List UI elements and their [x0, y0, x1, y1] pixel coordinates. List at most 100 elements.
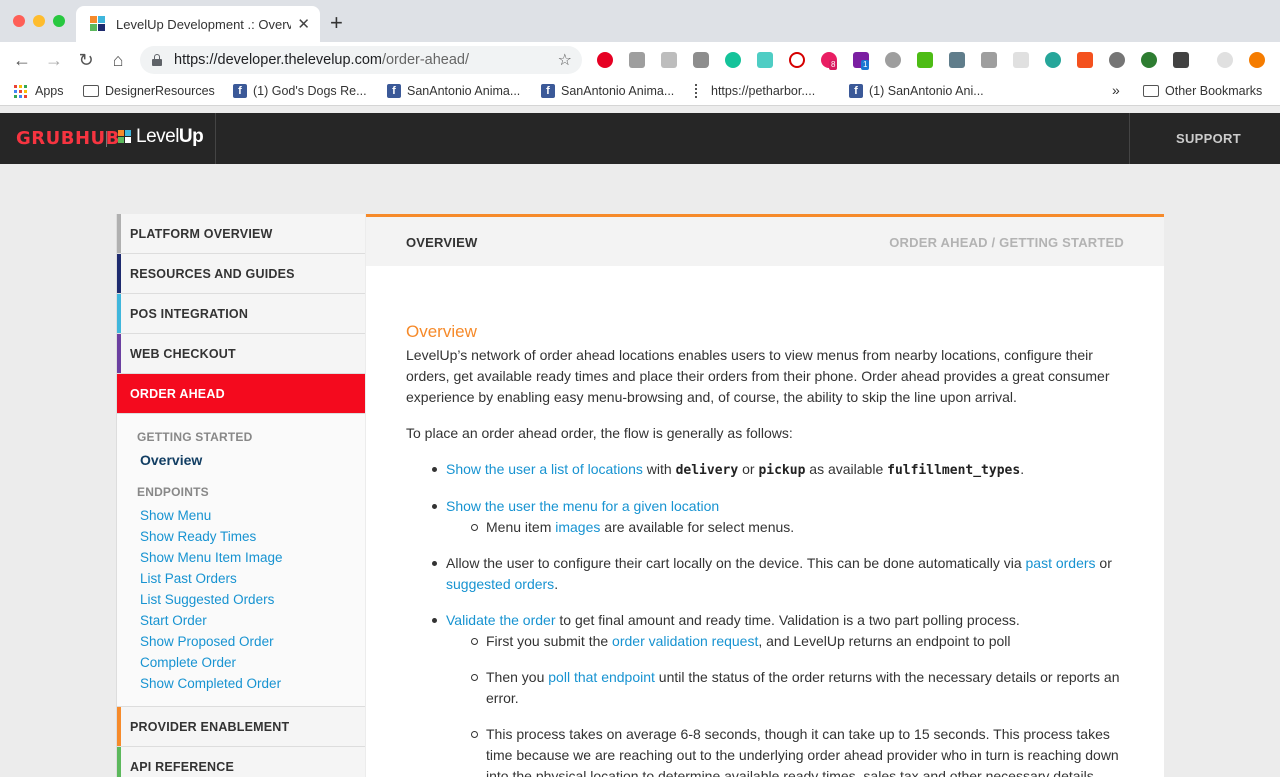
extension-icon[interactable]: [1013, 52, 1029, 68]
bookmark-petharbor[interactable]: https://petharbor....: [695, 84, 815, 98]
sidebar-item-resources-and-guides[interactable]: RESOURCES AND GUIDES: [117, 254, 365, 294]
update-alert-icon[interactable]: [1249, 52, 1265, 68]
sub-list-item: Menu item images are available for selec…: [471, 517, 1124, 538]
sidebar-item-platform-overview[interactable]: PLATFORM OVERVIEW: [117, 214, 365, 254]
apps-grid-icon: [14, 84, 27, 98]
minimize-window-button[interactable]: [33, 15, 45, 27]
sidebar-link-list-suggested-orders[interactable]: List Suggested Orders: [117, 589, 365, 610]
sidebar-link-show-proposed-order[interactable]: Show Proposed Order: [117, 631, 365, 652]
sidebar-item-order-ahead[interactable]: ORDER AHEAD: [117, 374, 365, 414]
extension-icon[interactable]: [1077, 52, 1093, 68]
reload-button[interactable]: ↻: [74, 48, 98, 72]
bookmark-sanantonio-animal-1[interactable]: f SanAntonio Anima...: [387, 84, 520, 98]
address-bar[interactable]: https://developer.thelevelup.com/order-a…: [140, 46, 582, 74]
sidebar-link-show-completed-order[interactable]: Show Completed Order: [117, 673, 365, 694]
sidebar-link-show-menu-item-image[interactable]: Show Menu Item Image: [117, 547, 365, 568]
sub-list-item: Then you poll that endpoint until the st…: [471, 667, 1124, 709]
levelup-logo[interactable]: LevelUp: [136, 126, 204, 148]
levelup-logo-icon: [118, 130, 132, 144]
folder-icon: [83, 85, 99, 97]
extension-icon[interactable]: [1173, 52, 1189, 68]
bookmark-star-icon[interactable]: ☆: [558, 50, 572, 70]
sidebar-link-show-menu[interactable]: Show Menu: [117, 505, 365, 526]
extension-icon[interactable]: [885, 52, 901, 68]
bookmark-apps[interactable]: Apps: [14, 84, 64, 98]
list-locations-link[interactable]: Show the user a list of locations: [446, 461, 643, 477]
overview-heading: Overview: [406, 322, 477, 341]
order-validation-request-link[interactable]: order validation request: [612, 633, 758, 649]
sub-list: Menu item images are available for selec…: [446, 517, 1124, 538]
content-header-bar: OVERVIEW ORDER AHEAD / GETTING STARTED: [366, 217, 1164, 266]
sub-list-item: First you submit the order validation re…: [471, 631, 1124, 652]
extension-icon[interactable]: [1141, 52, 1157, 68]
maximize-window-button[interactable]: [53, 15, 65, 27]
support-link[interactable]: SUPPORT: [1176, 131, 1241, 146]
sidebar-item-api-reference[interactable]: API REFERENCE: [117, 747, 365, 777]
docs-sidebar: PLATFORM OVERVIEW RESOURCES AND GUIDES P…: [116, 214, 365, 777]
extension-icon[interactable]: [949, 52, 965, 68]
list-item: Allow the user to configure their cart l…: [432, 553, 1124, 595]
extension-icon[interactable]: [981, 52, 997, 68]
close-window-button[interactable]: [13, 15, 25, 27]
list-item: Show the user the menu for a given locat…: [432, 496, 1124, 538]
past-orders-link[interactable]: past orders: [1026, 555, 1096, 571]
extension-icon[interactable]: [661, 52, 677, 68]
profile-avatar-icon[interactable]: [1217, 52, 1233, 68]
logo-divider: [106, 131, 107, 147]
sidebar-link-complete-order[interactable]: Complete Order: [117, 652, 365, 673]
grammarly-extension-icon[interactable]: [725, 52, 741, 68]
sidebar-item-web-checkout[interactable]: WEB CHECKOUT: [117, 334, 365, 374]
sidebar-link-show-ready-times[interactable]: Show Ready Times: [117, 526, 365, 547]
extension-icon[interactable]: [1045, 52, 1061, 68]
article-body: Overview LevelUp’s network of order ahea…: [366, 266, 1164, 777]
suggested-orders-link[interactable]: suggested orders: [446, 576, 554, 592]
images-link[interactable]: images: [555, 519, 600, 535]
section-color-bar: [117, 294, 121, 333]
grubhub-logo[interactable]: GRUBHUB: [16, 128, 120, 149]
block-extension-icon[interactable]: [789, 52, 805, 68]
browser-toolbar: ← → ↻ ⌂ https://developer.thelevelup.com…: [0, 42, 1280, 78]
facebook-icon: f: [387, 84, 401, 98]
extension-icon[interactable]: [1109, 52, 1125, 68]
other-bookmarks[interactable]: Other Bookmarks: [1143, 84, 1262, 98]
main-content: OVERVIEW ORDER AHEAD / GETTING STARTED O…: [366, 214, 1164, 777]
section-color-bar: [117, 747, 121, 777]
bookmark-sanantonio-animal-3[interactable]: f (1) SanAntonio Ani...: [849, 84, 984, 98]
back-button[interactable]: ←: [10, 48, 34, 72]
bookmarks-overflow-button[interactable]: »: [1112, 82, 1120, 98]
bookmark-sanantonio-animal-2[interactable]: f SanAntonio Anima...: [541, 84, 674, 98]
browser-tab[interactable]: LevelUp Development .: Overvi ✕: [76, 6, 320, 42]
poll-endpoint-link[interactable]: poll that endpoint: [548, 669, 655, 685]
extension-icon[interactable]: 1: [853, 52, 870, 70]
home-button[interactable]: ⌂: [106, 48, 130, 72]
url-text: https://developer.thelevelup.com/order-a…: [174, 52, 470, 68]
new-tab-button[interactable]: +: [330, 12, 343, 34]
extension-icon[interactable]: [757, 52, 773, 68]
list-item: Validate the order to get final amount a…: [432, 610, 1124, 777]
sidebar-link-start-order[interactable]: Start Order: [117, 610, 365, 631]
extension-icon[interactable]: [629, 52, 645, 68]
forward-button[interactable]: →: [42, 48, 66, 72]
sidebar-item-pos-integration[interactable]: POS INTEGRATION: [117, 294, 365, 334]
browser-tab-bar: LevelUp Development .: Overvi ✕ +: [0, 0, 1280, 42]
bookmark-gods-dogs[interactable]: f (1) God's Dogs Re...: [233, 84, 367, 98]
order-ahead-subnav: GETTING STARTED Overview ENDPOINTS Show …: [117, 414, 365, 707]
section-color-bar: [117, 214, 121, 253]
sidebar-item-provider-enablement[interactable]: PROVIDER ENABLEMENT: [117, 707, 365, 747]
code-delivery: delivery: [675, 463, 739, 478]
close-tab-icon[interactable]: ✕: [297, 15, 310, 33]
bookmark-designer-resources[interactable]: DesignerResources: [83, 84, 215, 98]
sidebar-link-list-past-orders[interactable]: List Past Orders: [117, 568, 365, 589]
validate-order-link[interactable]: Validate the order: [446, 612, 555, 628]
code-pickup: pickup: [758, 463, 806, 478]
sidebar-link-overview[interactable]: Overview: [117, 450, 365, 471]
list-item: Show the user a list of locations with d…: [432, 459, 1124, 481]
extension-icon[interactable]: 8: [821, 52, 838, 70]
section-color-bar: [117, 254, 121, 293]
pinterest-extension-icon[interactable]: [597, 52, 613, 68]
houzz-extension-icon[interactable]: [917, 52, 933, 68]
camera-extension-icon[interactable]: [693, 52, 709, 68]
site-header: GRUBHUB LevelUp SUPPORT: [0, 113, 1280, 164]
show-menu-link[interactable]: Show the user the menu for a given locat…: [446, 498, 719, 514]
facebook-icon: f: [849, 84, 863, 98]
